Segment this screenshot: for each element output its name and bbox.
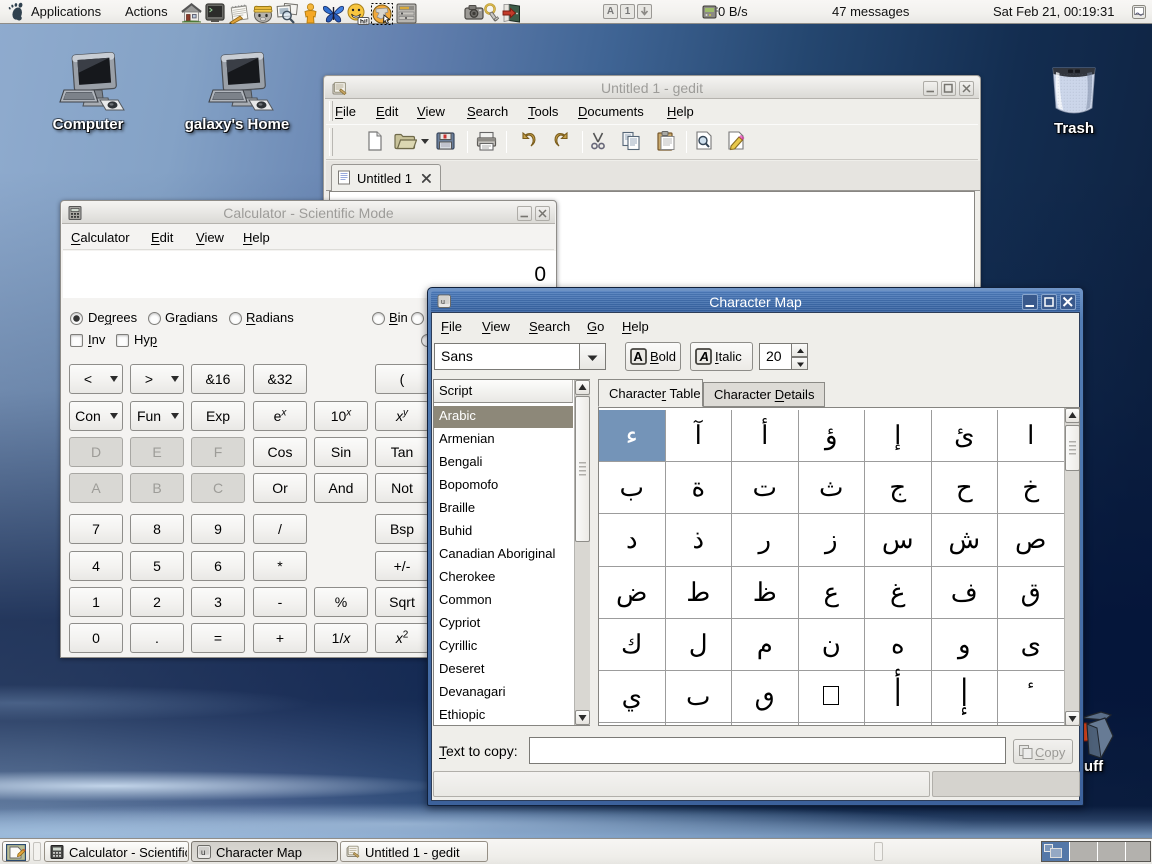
svg-text:u: u xyxy=(441,299,445,306)
svg-text:A: A xyxy=(633,349,643,364)
svg-text:A: A xyxy=(699,349,709,364)
svg-text:hi!: hi! xyxy=(360,19,368,26)
svg-text:u: u xyxy=(201,848,205,857)
